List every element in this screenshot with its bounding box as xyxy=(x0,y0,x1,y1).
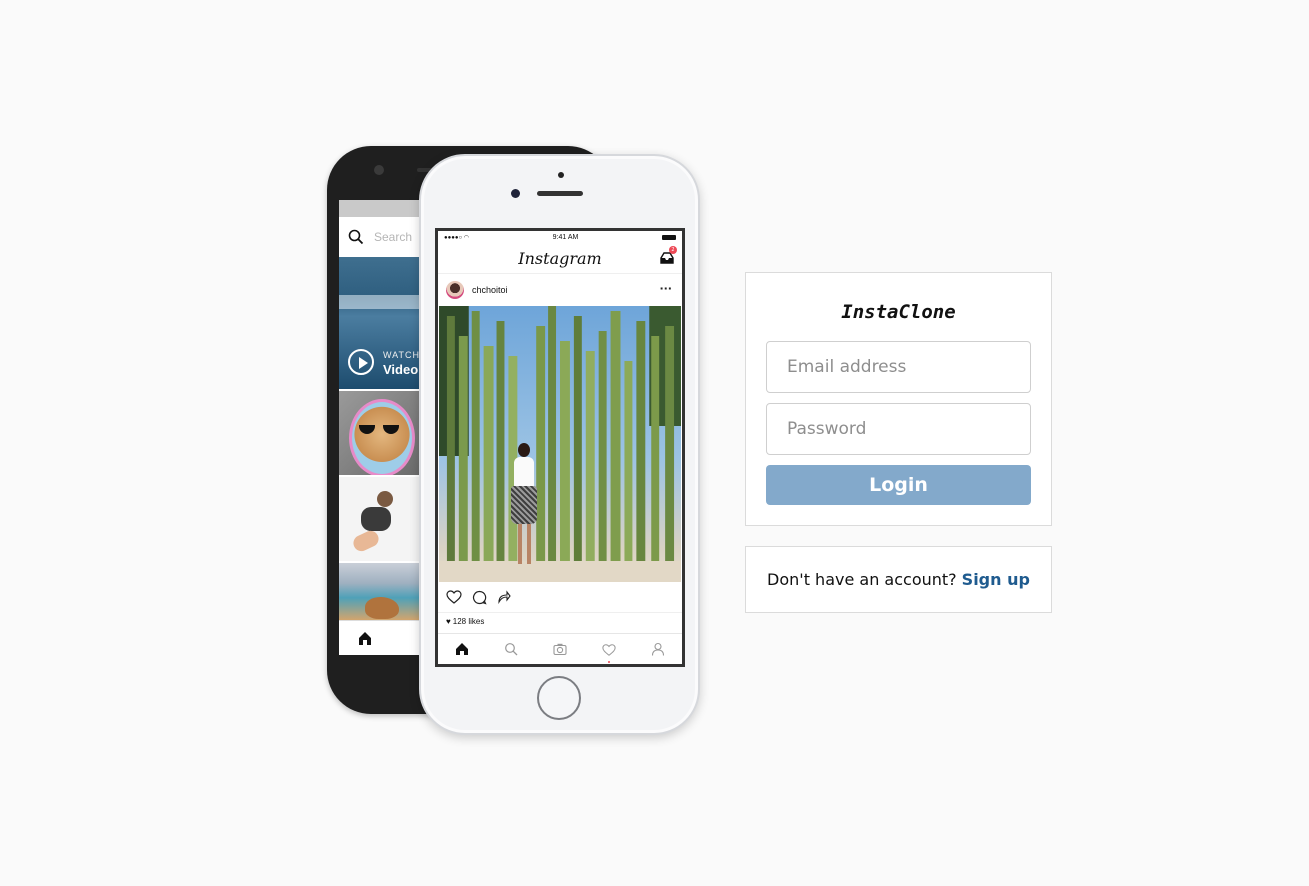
search-icon xyxy=(348,229,364,245)
app-header: Instagram 2 xyxy=(438,243,682,274)
person-skirt xyxy=(511,486,537,524)
likes-count: 128 likes xyxy=(452,616,485,626)
likes-row: ♥ 128 likes xyxy=(438,612,682,629)
signup-prompt: Don't have an account? xyxy=(767,570,957,589)
signal-icon: ●●●●○ ◠ xyxy=(444,234,470,241)
video-tile: WATCH Video xyxy=(339,257,419,391)
search-placeholder: Search xyxy=(374,230,413,244)
dog-body xyxy=(361,507,391,531)
profile-icon xyxy=(651,642,664,656)
feed-screen: ●●●●○ ◠ 9:41 AM Instagram 2 chchoitoi ··… xyxy=(435,228,685,667)
heart-icon xyxy=(446,590,462,604)
cat-photo-tile xyxy=(339,391,419,477)
home-icon xyxy=(456,643,469,655)
inbox-badge: 2 xyxy=(669,246,677,254)
app-logo: Instagram xyxy=(518,248,602,268)
phone-camera xyxy=(374,165,384,175)
comment-icon xyxy=(472,590,487,604)
post-actions: 1 xyxy=(438,582,682,612)
more-icon: ··· xyxy=(659,282,672,295)
status-time: 9:41 AM xyxy=(552,233,579,241)
wave xyxy=(339,295,419,309)
phone-mockup-front: ●●●●○ ◠ 9:41 AM Instagram 2 chchoitoi ··… xyxy=(419,154,700,735)
post-header: chchoitoi ··· xyxy=(438,274,682,306)
battery-icon xyxy=(662,234,676,240)
phone-speaker xyxy=(537,191,583,196)
camera-icon xyxy=(553,643,567,656)
home-icon xyxy=(359,632,371,645)
share-icon xyxy=(498,590,511,604)
password-field[interactable] xyxy=(766,403,1031,455)
tab-bar xyxy=(438,633,682,664)
person-leg xyxy=(527,524,531,564)
phone-home-button xyxy=(537,676,581,720)
avatar xyxy=(446,281,464,299)
post-photo xyxy=(439,306,681,582)
status-bar: ●●●●○ ◠ 9:41 AM xyxy=(438,231,682,243)
play-icon xyxy=(348,349,374,375)
post-username: chchoitoi xyxy=(472,285,508,295)
person-top xyxy=(514,457,534,487)
video-label: Video xyxy=(383,362,419,377)
login-card: InstaClone Login xyxy=(745,272,1052,526)
dog-photo-tile xyxy=(339,477,419,563)
phone-camera xyxy=(511,189,520,198)
sunglasses xyxy=(359,425,399,434)
email-field[interactable] xyxy=(766,341,1031,393)
beach-photo-tile xyxy=(339,563,419,623)
search-icon xyxy=(505,643,518,656)
brand-title: InstaClone xyxy=(841,301,956,323)
login-button[interactable]: Login xyxy=(766,465,1031,505)
heart-icon: ♥ xyxy=(446,616,451,626)
cactus-image xyxy=(439,306,681,582)
rock xyxy=(365,597,399,619)
heart-icon xyxy=(602,644,616,656)
activity-tab xyxy=(602,642,616,663)
active-dot xyxy=(607,661,610,663)
phone-sensor xyxy=(558,172,564,178)
login-page: Search WATCH Video ●●●●○ ◠ 9:41 AM Insta… xyxy=(0,0,1309,886)
person-head xyxy=(518,443,530,457)
cat-image xyxy=(349,399,415,475)
signup-card: Don't have an account? Sign up xyxy=(745,546,1052,613)
signup-link[interactable]: Sign up xyxy=(962,570,1030,589)
person-leg xyxy=(518,524,522,564)
hand xyxy=(350,528,382,554)
watch-label: WATCH xyxy=(383,350,419,360)
dog-head xyxy=(377,491,393,507)
